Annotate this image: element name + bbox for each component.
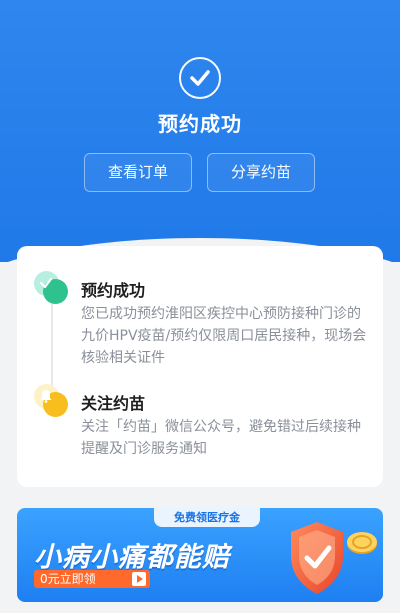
banner-title: 小病小痛都能赔: [34, 542, 230, 573]
share-button[interactable]: 分享约苗: [207, 153, 315, 192]
play-icon: [132, 572, 146, 586]
step-desc-booked: 您已成功预约淮阳区疾控中心预防接种门诊的九价HPV疫苗/预约仅限周口居民接种，现…: [81, 306, 367, 366]
steps-card: 预约成功 您已成功预约淮阳区疾控中心预防接种门诊的九价HPV疫苗/预约仅限周口居…: [17, 246, 383, 487]
step-desc-follow: 关注「约苗」微信公众号，避免错过后续接种提醒及门诊服务通知: [81, 419, 361, 457]
view-order-button[interactable]: 查看订单: [84, 153, 192, 192]
step-connector: [51, 302, 53, 386]
claim-button[interactable]: 0元立即领: [34, 570, 150, 588]
step-title-follow: 关注约苗: [81, 394, 146, 413]
check-icon: [34, 271, 70, 307]
coin-icon: [347, 532, 377, 554]
bell-icon: [34, 384, 70, 420]
shield-icon: [291, 522, 343, 594]
step-title-booked: 预约成功: [81, 281, 146, 300]
claim-button-label: 0元立即领: [40, 572, 96, 586]
success-check-icon: [179, 57, 221, 99]
insurance-banner[interactable]: 免费领医疗金 小病小痛都能赔 0元立即领: [17, 508, 383, 602]
page-title: 预约成功: [158, 112, 242, 136]
banner-badge: 免费领医疗金: [154, 508, 260, 527]
success-header: 预约成功 查看订单 分享约苗: [0, 0, 400, 262]
